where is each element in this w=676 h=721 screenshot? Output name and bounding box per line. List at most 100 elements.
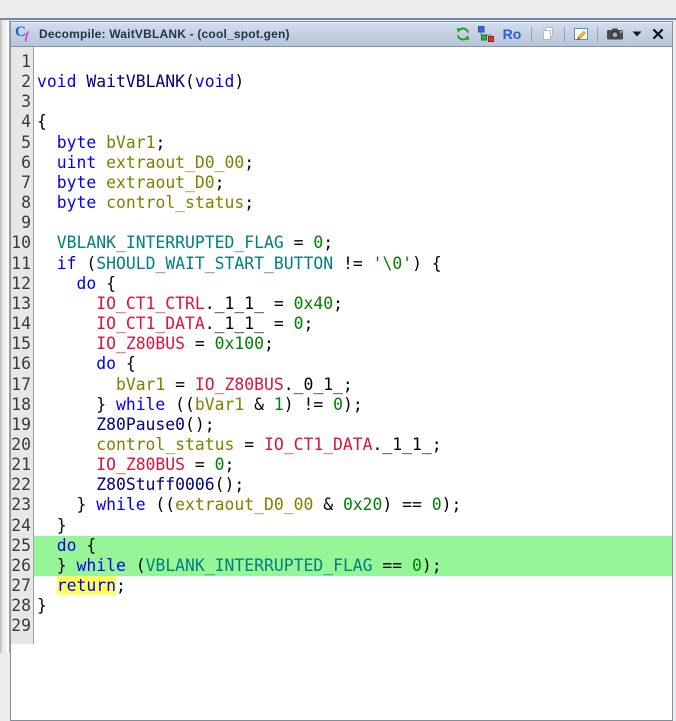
- code-token[interactable]: [37, 576, 57, 595]
- code-token[interactable]: );: [442, 495, 462, 514]
- code-token[interactable]: ((: [165, 395, 195, 414]
- code-line-text[interactable]: byte control_status;: [34, 193, 672, 213]
- code-token[interactable]: void: [195, 72, 234, 91]
- code-token[interactable]: );: [422, 556, 442, 575]
- code-token[interactable]: [37, 475, 96, 494]
- code-token[interactable]: [37, 334, 96, 353]
- code-token[interactable]: =: [185, 334, 215, 353]
- code-token[interactable]: }: [37, 395, 116, 414]
- code-token[interactable]: {: [96, 274, 116, 293]
- code-token[interactable]: 0: [313, 233, 323, 252]
- code-token[interactable]: IO_Z80BUS: [96, 455, 185, 474]
- graph-icon[interactable]: [477, 25, 495, 43]
- code-line-text[interactable]: byte extraout_D0;: [34, 173, 672, 193]
- code-token[interactable]: VBLANK_INTERRUPTED_FLAG: [57, 233, 284, 252]
- code-token[interactable]: (: [185, 72, 195, 91]
- code-token[interactable]: (: [126, 556, 146, 575]
- code-token[interactable]: ;: [264, 334, 274, 353]
- code-token[interactable]: }: [37, 596, 47, 615]
- code-token[interactable]: [37, 193, 57, 212]
- code-token[interactable]: !=: [333, 254, 372, 273]
- code-token[interactable]: }: [37, 495, 96, 514]
- code-token[interactable]: bVar1: [106, 133, 155, 152]
- code-token[interactable]: ._0_1_;: [284, 375, 353, 394]
- code-line-text[interactable]: }: [34, 516, 672, 536]
- code-token[interactable]: 1: [274, 395, 284, 414]
- code-token[interactable]: ): [234, 72, 244, 91]
- close-icon[interactable]: [649, 25, 667, 43]
- code-line-text[interactable]: } while ((bVar1 & 1) != 0);: [34, 395, 672, 415]
- snapshot-icon[interactable]: [605, 25, 625, 43]
- code-token[interactable]: [96, 193, 106, 212]
- code-token[interactable]: ;: [244, 153, 254, 172]
- code-token[interactable]: IO_CT1_DATA: [96, 314, 205, 333]
- code-token[interactable]: ;: [323, 233, 333, 252]
- code-token[interactable]: ((: [146, 495, 176, 514]
- code-token[interactable]: IO_Z80BUS: [195, 375, 284, 394]
- code-token[interactable]: [37, 435, 96, 454]
- code-token[interactable]: [96, 153, 106, 172]
- code-token[interactable]: }: [37, 516, 67, 535]
- code-line-text[interactable]: } while ((extraout_D0_00 & 0x20) == 0);: [34, 495, 672, 515]
- decompile-titlebar[interactable]: Cf Decompile: WaitVBLANK - (cool_spot.ge…: [11, 22, 672, 47]
- code-token[interactable]: 0x40: [294, 294, 333, 313]
- code-token[interactable]: [76, 72, 86, 91]
- code-token[interactable]: ;: [333, 294, 343, 313]
- code-token[interactable]: [96, 173, 106, 192]
- code-token[interactable]: while: [96, 495, 145, 514]
- code-token[interactable]: {: [116, 354, 136, 373]
- code-line-text[interactable]: [34, 213, 672, 233]
- decompiled-code-view[interactable]: 12void WaitVBLANK(void)34{5 byte bVar1;6…: [11, 47, 672, 720]
- menu-arrow-icon[interactable]: [630, 25, 644, 43]
- code-token[interactable]: do: [96, 354, 116, 373]
- code-token[interactable]: [37, 173, 57, 192]
- edit-icon[interactable]: [572, 25, 590, 43]
- code-token[interactable]: [37, 536, 57, 555]
- code-line-text[interactable]: [34, 52, 672, 72]
- code-token[interactable]: SHOULD_WAIT_START_BUTTON: [96, 254, 333, 273]
- code-token[interactable]: [37, 233, 57, 252]
- code-token[interactable]: WaitVBLANK: [86, 72, 185, 91]
- code-token[interactable]: if: [57, 254, 77, 273]
- code-line-text[interactable]: IO_CT1_CTRL._1_1_ = 0x40;: [34, 294, 672, 314]
- code-token[interactable]: ();: [185, 415, 215, 434]
- code-line-text[interactable]: do {: [34, 274, 672, 294]
- code-token[interactable]: bVar1: [116, 375, 165, 394]
- code-token[interactable]: [37, 294, 96, 313]
- code-line-text[interactable]: [34, 616, 672, 636]
- highlighted-token[interactable]: return: [57, 576, 116, 595]
- code-token[interactable]: );: [343, 395, 363, 414]
- code-token[interactable]: =: [165, 375, 195, 394]
- code-token[interactable]: ();: [215, 475, 245, 494]
- code-token[interactable]: uint: [57, 153, 96, 172]
- code-token[interactable]: ._1_1_;: [373, 435, 442, 454]
- code-token[interactable]: bVar1: [195, 395, 244, 414]
- code-token[interactable]: ._1_1_ =: [205, 294, 294, 313]
- code-token[interactable]: while: [116, 395, 165, 414]
- panel-splitter[interactable]: [0, 20, 10, 653]
- code-token[interactable]: byte: [57, 193, 96, 212]
- code-token[interactable]: [37, 354, 96, 373]
- code-line-text[interactable]: control_status = IO_CT1_DATA._1_1_;: [34, 435, 672, 455]
- code-token[interactable]: 0x20: [343, 495, 382, 514]
- code-token[interactable]: ) ==: [382, 495, 431, 514]
- code-line-text[interactable]: }: [34, 596, 672, 616]
- code-token[interactable]: do: [57, 536, 77, 555]
- code-token[interactable]: 0: [412, 556, 422, 575]
- code-token[interactable]: 0: [215, 455, 225, 474]
- code-token[interactable]: {: [77, 536, 97, 555]
- code-line-text[interactable]: IO_Z80BUS = 0;: [34, 455, 672, 475]
- code-token[interactable]: while: [76, 556, 125, 575]
- code-token[interactable]: [37, 415, 96, 434]
- code-line-text[interactable]: [34, 92, 672, 112]
- code-token[interactable]: ) !=: [284, 395, 333, 414]
- code-token[interactable]: 0: [432, 495, 442, 514]
- code-token[interactable]: '\0': [373, 254, 412, 273]
- refresh-icon[interactable]: [454, 25, 472, 43]
- code-token[interactable]: =: [284, 233, 314, 252]
- code-token[interactable]: ;: [303, 314, 313, 333]
- code-token[interactable]: ;: [225, 455, 235, 474]
- code-token[interactable]: {: [37, 112, 47, 131]
- code-token[interactable]: Z80Stuff0006: [96, 475, 214, 494]
- code-line-text[interactable]: IO_CT1_DATA._1_1_ = 0;: [34, 314, 672, 334]
